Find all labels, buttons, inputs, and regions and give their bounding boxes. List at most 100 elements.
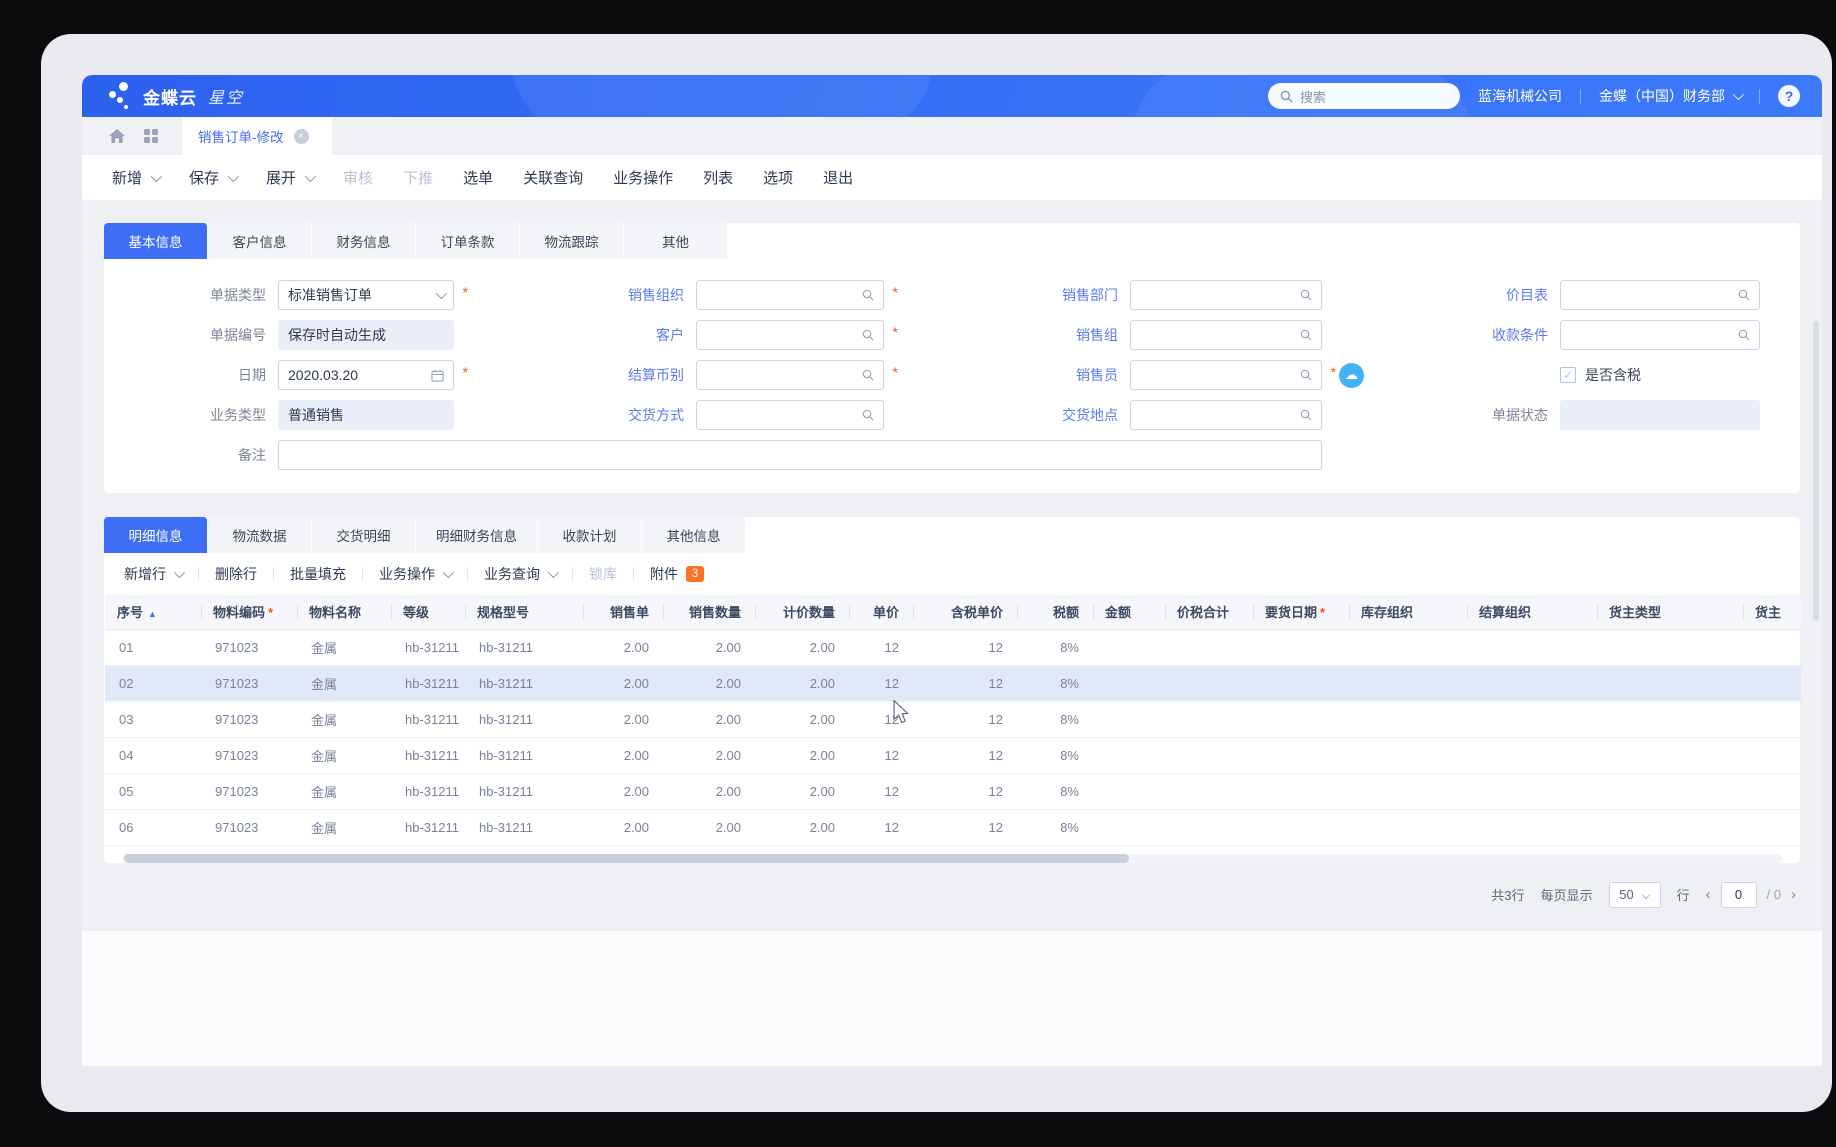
table-cell[interactable]: 03 [105, 701, 201, 737]
table-cell[interactable] [1467, 737, 1597, 773]
table-cell[interactable]: hb-31211 [391, 629, 465, 665]
column-header[interactable]: 含税单价 [913, 595, 1017, 629]
detail-toolbar-button[interactable]: 新增行 [124, 564, 182, 584]
delivery-method-lookup[interactable] [696, 400, 884, 430]
table-cell[interactable]: 12 [913, 773, 1017, 809]
apps-grid-icon[interactable] [134, 117, 168, 155]
cloud-sync-icon[interactable]: ☁ [1339, 363, 1364, 388]
toolbar-button[interactable]: 新增 [112, 167, 159, 188]
detail-tab-4[interactable]: 明细财务信息 [416, 517, 538, 553]
table-cell[interactable] [1165, 701, 1253, 737]
table-cell[interactable] [1349, 629, 1467, 665]
column-header[interactable]: 要货日期* [1253, 595, 1349, 629]
column-header[interactable]: 金额 [1093, 595, 1165, 629]
detail-toolbar-button[interactable]: 删除行 [215, 564, 257, 584]
table-cell[interactable]: 金属 [297, 665, 391, 701]
next-page-button[interactable]: › [1791, 886, 1796, 903]
table-cell[interactable] [1093, 701, 1165, 737]
customer-lookup[interactable]: * [696, 320, 884, 350]
table-cell[interactable] [1093, 737, 1165, 773]
vertical-scrollbar[interactable] [1813, 321, 1819, 621]
table-cell[interactable]: 12 [913, 737, 1017, 773]
table-cell[interactable]: 2.00 [663, 629, 755, 665]
detail-toolbar-button[interactable]: 业务操作 [379, 564, 451, 584]
table-cell[interactable]: 2.00 [755, 809, 849, 845]
salesman-lookup[interactable]: * ☁ [1130, 360, 1322, 390]
column-header[interactable]: 等级 [391, 595, 465, 629]
close-icon[interactable]: × [294, 129, 309, 144]
table-cell[interactable]: 971023 [201, 773, 297, 809]
column-header[interactable]: 税额 [1017, 595, 1093, 629]
table-cell[interactable]: 12 [849, 809, 913, 845]
sales-dept-lookup[interactable] [1130, 280, 1322, 310]
toolbar-button[interactable]: 业务操作 [613, 167, 673, 188]
table-cell[interactable] [1349, 737, 1467, 773]
column-header[interactable]: 价税合计 [1165, 595, 1253, 629]
table-cell[interactable]: 2.00 [663, 773, 755, 809]
column-header[interactable]: 结算组织 [1467, 595, 1597, 629]
column-header[interactable]: 单价 [849, 595, 913, 629]
per-page-select[interactable]: 50 [1609, 882, 1661, 908]
toolbar-button[interactable]: 选项 [763, 167, 793, 188]
table-cell[interactable] [1093, 665, 1165, 701]
table-cell[interactable]: 2.00 [583, 701, 663, 737]
field-label-delivery-place[interactable]: 交货地点 [884, 405, 1130, 425]
table-cell[interactable] [1165, 665, 1253, 701]
page-number-input[interactable]: 0 [1721, 882, 1757, 908]
table-cell[interactable]: 2.00 [583, 809, 663, 845]
table-cell[interactable] [1467, 701, 1597, 737]
table-cell[interactable] [1253, 701, 1349, 737]
table-cell[interactable]: 971023 [201, 809, 297, 845]
table-cell[interactable]: 2.00 [755, 701, 849, 737]
table-cell[interactable]: 2.00 [583, 737, 663, 773]
table-cell[interactable] [1743, 773, 1801, 809]
table-cell[interactable]: 金属 [297, 737, 391, 773]
table-cell[interactable]: 12 [849, 737, 913, 773]
table-cell[interactable] [1597, 809, 1743, 845]
field-label-delivery-method[interactable]: 交货方式 [454, 405, 696, 425]
toolbar-button[interactable]: 关联查询 [523, 167, 583, 188]
table-row[interactable]: 03971023金属hb-31211hb-312112.002.002.0012… [105, 701, 1801, 737]
field-label-payment-terms[interactable]: 收款条件 [1322, 325, 1560, 345]
table-cell[interactable] [1743, 665, 1801, 701]
table-cell[interactable]: 971023 [201, 629, 297, 665]
table-cell[interactable] [1165, 773, 1253, 809]
checkbox-icon[interactable]: ✓ [1560, 367, 1576, 383]
table-cell[interactable]: 12 [913, 809, 1017, 845]
doc-type-select[interactable]: 标准销售订单 * [278, 280, 454, 310]
column-header[interactable]: 物料编码* [201, 595, 297, 629]
table-cell[interactable]: 12 [913, 629, 1017, 665]
home-icon[interactable] [100, 117, 134, 155]
table-cell[interactable]: 05 [105, 773, 201, 809]
table-cell[interactable] [1349, 701, 1467, 737]
table-cell[interactable] [1165, 629, 1253, 665]
table-cell[interactable] [1253, 629, 1349, 665]
table-cell[interactable] [1253, 665, 1349, 701]
table-row[interactable]: 01971023金属hb-31211hb-312112.002.002.0012… [105, 629, 1801, 665]
toolbar-button[interactable]: 保存 [189, 167, 236, 188]
table-cell[interactable]: 金属 [297, 629, 391, 665]
prev-page-button[interactable]: ‹ [1706, 886, 1711, 903]
table-row[interactable]: 05971023金属hb-31211hb-312112.002.002.0012… [105, 773, 1801, 809]
table-cell[interactable]: 12 [849, 629, 913, 665]
table-cell[interactable] [1253, 809, 1349, 845]
sort-asc-icon[interactable]: ▲ [148, 609, 157, 619]
detail-tab-3[interactable]: 交货明细 [312, 517, 416, 553]
table-cell[interactable]: 02 [105, 665, 201, 701]
table-cell[interactable]: 06 [105, 809, 201, 845]
table-cell[interactable]: 12 [913, 665, 1017, 701]
table-cell[interactable]: 2.00 [755, 773, 849, 809]
toolbar-button[interactable]: 退出 [823, 167, 853, 188]
table-cell[interactable] [1597, 629, 1743, 665]
column-header[interactable]: 序号▲ [105, 595, 201, 629]
table-cell[interactable]: 2.00 [663, 701, 755, 737]
table-cell[interactable]: 971023 [201, 737, 297, 773]
table-cell[interactable]: 12 [849, 773, 913, 809]
table-cell[interactable]: 8% [1017, 737, 1093, 773]
table-cell[interactable] [1743, 737, 1801, 773]
detail-toolbar-button[interactable]: 业务查询 [484, 564, 556, 584]
sales-org-lookup[interactable]: * [696, 280, 884, 310]
field-label-sales-group[interactable]: 销售组 [884, 325, 1130, 345]
table-cell[interactable]: hb-31211 [465, 773, 583, 809]
table-cell[interactable] [1093, 773, 1165, 809]
